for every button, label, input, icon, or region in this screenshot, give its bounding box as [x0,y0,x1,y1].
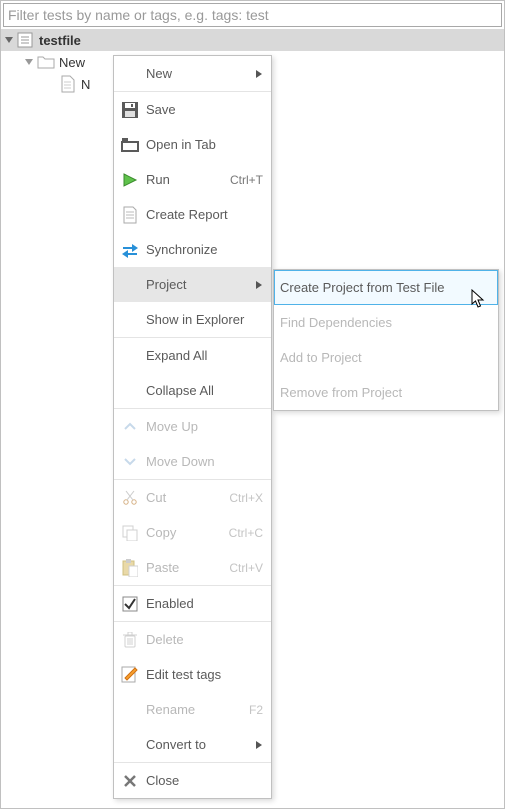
blank-icon [120,381,140,401]
menu-edit-tags[interactable]: Edit test tags [114,657,271,692]
tree-child-label: New [59,55,85,70]
tree-grandchild-label: N [81,77,90,92]
submenu-arrow-icon [253,280,263,290]
menu-show-in-explorer[interactable]: Show in Explorer [114,302,271,337]
menu-copy: Copy Ctrl+C [114,515,271,550]
expander-icon[interactable] [23,56,35,68]
folder-icon [37,53,55,71]
menu-open-in-tab[interactable]: Open in Tab [114,127,271,162]
testfile-icon [17,31,35,49]
blank-icon [120,310,140,330]
menu-move-down: Move Down [114,444,271,479]
menu-collapse-all[interactable]: Collapse All [114,373,271,408]
checkbox-checked-icon [120,594,140,614]
shortcut: Ctrl+T [230,173,263,187]
app-frame: testfile New N [0,0,505,809]
chevron-down-icon [120,452,140,472]
shortcut: Ctrl+X [229,491,263,505]
blank-icon [120,64,140,84]
menu-rename: Rename F2 [114,692,271,727]
submenu-create-project[interactable]: Create Project from Test File [274,270,498,305]
blank-icon [120,735,140,755]
menu-expand-all[interactable]: Expand All [114,338,271,373]
submenu-remove-from-project: Remove from Project [274,375,498,410]
submenu-arrow-icon [253,740,263,750]
expander-icon[interactable] [3,34,15,46]
paste-icon [120,558,140,578]
chevron-up-icon [120,417,140,437]
edit-tags-icon [120,665,140,685]
save-icon [120,100,140,120]
blank-icon [120,346,140,366]
filter-tests-input[interactable] [3,3,502,27]
copy-icon [120,523,140,543]
menu-run[interactable]: Run Ctrl+T [114,162,271,197]
menu-synchronize[interactable]: Synchronize [114,232,271,267]
menu-new[interactable]: New [114,56,271,91]
submenu-find-dependencies: Find Dependencies [274,305,498,340]
sync-icon [120,240,140,260]
submenu-arrow-icon [253,69,263,79]
project-submenu: Create Project from Test File Find Depen… [273,269,499,411]
tree-root-label: testfile [39,33,81,48]
document-icon [59,75,77,93]
menu-create-report[interactable]: Create Report [114,197,271,232]
menu-move-up: Move Up [114,409,271,444]
shortcut: Ctrl+V [229,561,263,575]
shortcut: F2 [249,703,263,717]
blank-icon [120,275,140,295]
menu-paste: Paste Ctrl+V [114,550,271,585]
close-icon [120,771,140,791]
menu-delete: Delete [114,622,271,657]
cut-icon [120,488,140,508]
tree-row-root[interactable]: testfile [1,29,504,51]
menu-cut: Cut Ctrl+X [114,480,271,515]
submenu-add-to-project: Add to Project [274,340,498,375]
menu-convert-to[interactable]: Convert to [114,727,271,762]
menu-save[interactable]: Save [114,92,271,127]
shortcut: Ctrl+C [229,526,263,540]
context-menu: New Save Open in Tab Run Ctrl+T [113,55,272,799]
tab-icon [120,135,140,155]
run-icon [120,170,140,190]
menu-project[interactable]: Project [114,267,271,302]
report-icon [120,205,140,225]
trash-icon [120,630,140,650]
menu-close[interactable]: Close [114,763,271,798]
blank-icon [120,700,140,720]
menu-enabled[interactable]: Enabled [114,586,271,621]
